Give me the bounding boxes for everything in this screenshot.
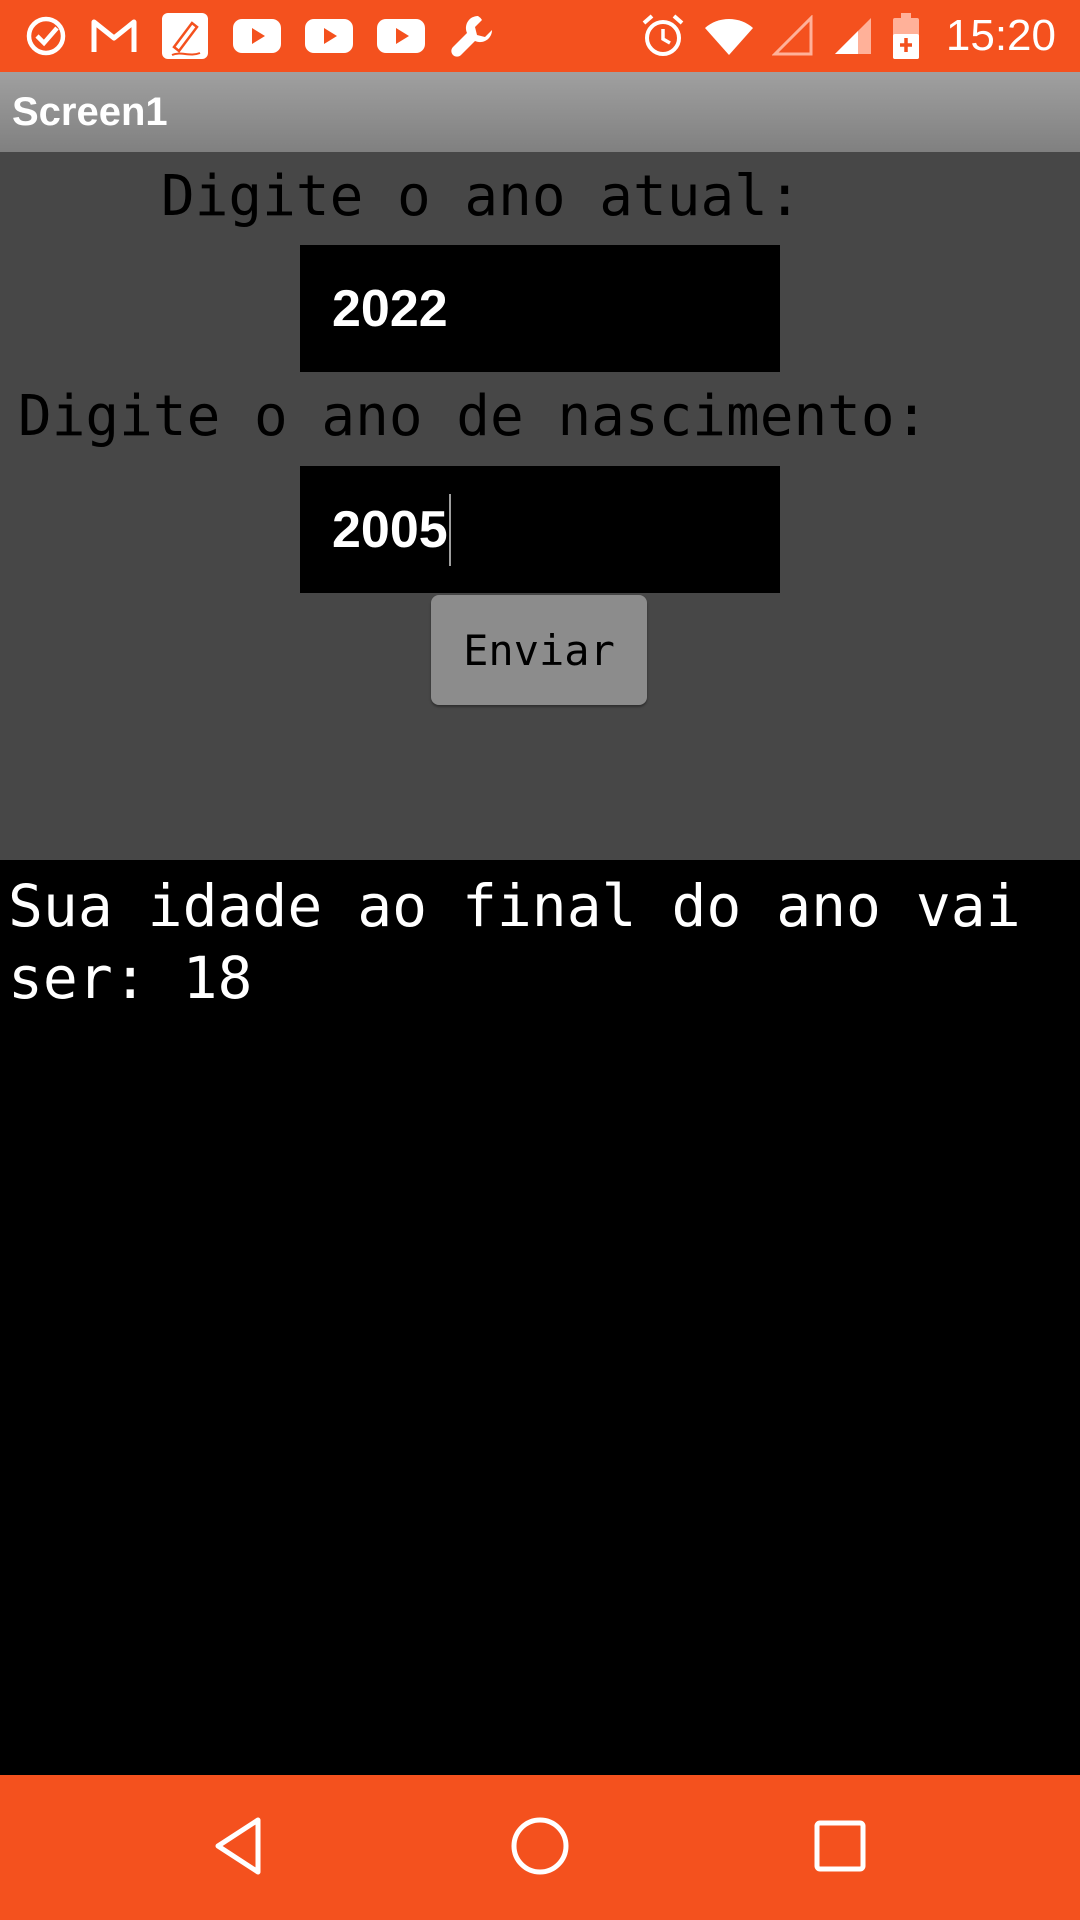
home-button[interactable] [460, 1775, 620, 1920]
title-bar: Screen1 [0, 72, 1080, 152]
send-button[interactable]: Enviar [431, 595, 647, 705]
back-button[interactable] [160, 1775, 320, 1920]
screen-title: Screen1 [12, 89, 168, 134]
wrench-icon [448, 12, 496, 60]
youtube-icon [232, 17, 282, 55]
current-year-input[interactable]: 2022 [300, 245, 780, 372]
signal-empty-icon [771, 15, 814, 57]
check-circle-icon [24, 14, 68, 58]
system-icons: 15:20 [640, 0, 1056, 72]
home-icon [508, 1814, 572, 1882]
birth-year-input[interactable]: 2005 [300, 466, 780, 593]
notification-icons [24, 0, 496, 72]
text-caret [448, 493, 451, 566]
back-icon [210, 1815, 270, 1881]
status-bar: 15:20 [0, 0, 1080, 72]
current-year-label: Digite o ano atual: [161, 164, 802, 229]
form-area: Digite o ano atual: 2022 Digite o ano de… [0, 152, 1080, 860]
birth-year-label: Digite o ano de nascimento: [18, 384, 929, 449]
signal-icon [832, 15, 874, 57]
gmail-icon [90, 16, 138, 56]
result-area: Sua idade ao final do ano vai ser: 18 [0, 860, 1080, 1775]
current-year-value: 2022 [332, 279, 448, 338]
alarm-icon [640, 13, 686, 59]
status-time: 15:20 [945, 11, 1056, 60]
app-screen: 15:20 Screen1 Digite o ano atual: 2022 D… [0, 0, 1080, 1920]
recent-apps-icon [812, 1818, 868, 1878]
notes-pencil-icon [160, 11, 210, 61]
youtube-icon [376, 17, 426, 55]
result-text: Sua idade ao final do ano vai ser: 18 [8, 872, 1021, 1012]
youtube-icon [304, 17, 354, 55]
battery-charging-icon [892, 12, 920, 60]
birth-year-value: 2005 [332, 500, 448, 559]
wifi-icon [704, 16, 754, 56]
navigation-bar [0, 1775, 1080, 1920]
recent-apps-button[interactable] [760, 1775, 920, 1920]
